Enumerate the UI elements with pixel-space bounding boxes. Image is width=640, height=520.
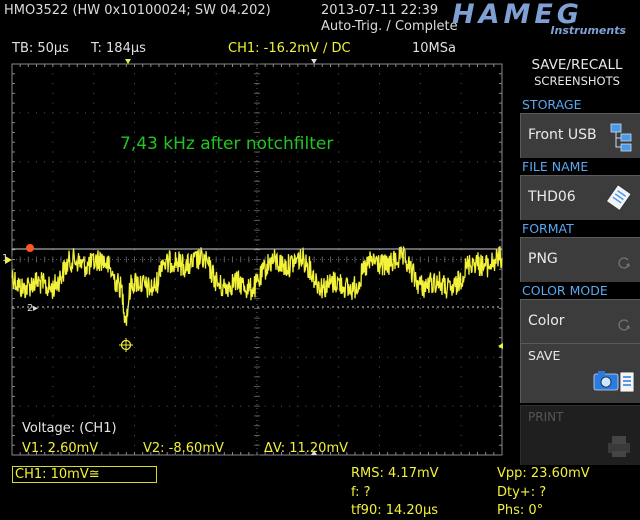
trigger-level-dot bbox=[26, 244, 34, 252]
file-name-button[interactable]: THD06 bbox=[520, 175, 640, 220]
cursor-dv-value: ΔV: 11.20mV bbox=[264, 441, 349, 456]
edit-file-icon bbox=[605, 184, 632, 211]
trigger-position-marker bbox=[125, 59, 131, 64]
cursor-1-label: 1 bbox=[2, 253, 8, 264]
camera-icon bbox=[593, 371, 635, 393]
cursor-readout-title: Voltage: (CH1) bbox=[22, 421, 117, 436]
color-mode-button[interactable]: Color bbox=[520, 299, 640, 344]
cursor-v1-value: V1: 2.60mV bbox=[22, 441, 99, 456]
save-button[interactable]: SAVE bbox=[520, 343, 640, 403]
ch1-scale-box[interactable]: CH1: 10mV≅ bbox=[12, 466, 157, 483]
rotate-icon bbox=[618, 319, 630, 331]
measurement-duty: Dty+: ? bbox=[497, 485, 547, 500]
trigger-level-marker bbox=[498, 343, 503, 349]
crosshair-cursor bbox=[119, 338, 133, 352]
storage-value: Front USB bbox=[528, 127, 597, 143]
measurement-rms: RMS: 4.17mV bbox=[351, 466, 439, 481]
cursor-v2-value: V2: -8.60mV bbox=[143, 441, 224, 456]
format-heading: FORMAT bbox=[522, 221, 574, 236]
file-name-heading: FILE NAME bbox=[522, 159, 589, 174]
storage-heading: STORAGE bbox=[522, 97, 582, 112]
menu-title: SAVE/RECALL bbox=[531, 57, 623, 73]
storage-button[interactable]: Front USB bbox=[520, 113, 640, 158]
print-button: PRINT bbox=[520, 405, 640, 465]
rotate-icon bbox=[618, 257, 630, 269]
format-value: PNG bbox=[528, 251, 558, 267]
save-label: SAVE bbox=[528, 348, 561, 363]
measurement-tf90: tf90: 14.20µs bbox=[351, 503, 438, 518]
annotation-text: 7,43 kHz after notchfilter bbox=[120, 134, 334, 154]
format-button[interactable]: PNG bbox=[520, 237, 640, 282]
graticule-grid bbox=[11, 63, 503, 456]
printer-icon bbox=[608, 436, 630, 457]
color-mode-value: Color bbox=[528, 313, 565, 329]
measurement-frequency: f: ? bbox=[351, 485, 371, 500]
cursor-2-arrow: ▸ bbox=[33, 303, 38, 314]
measurement-phase: Phs: 0° bbox=[497, 503, 544, 518]
measurement-vpp: Vpp: 23.60mV bbox=[497, 466, 590, 481]
print-label: PRINT bbox=[528, 410, 564, 424]
menu-subtitle: SCREENSHOTS bbox=[534, 74, 620, 88]
file-name-value: THD06 bbox=[528, 189, 576, 205]
center-marker-top bbox=[311, 59, 317, 64]
color-mode-heading: COLOR MODE bbox=[522, 283, 608, 298]
usb-folder-icon bbox=[610, 123, 632, 152]
